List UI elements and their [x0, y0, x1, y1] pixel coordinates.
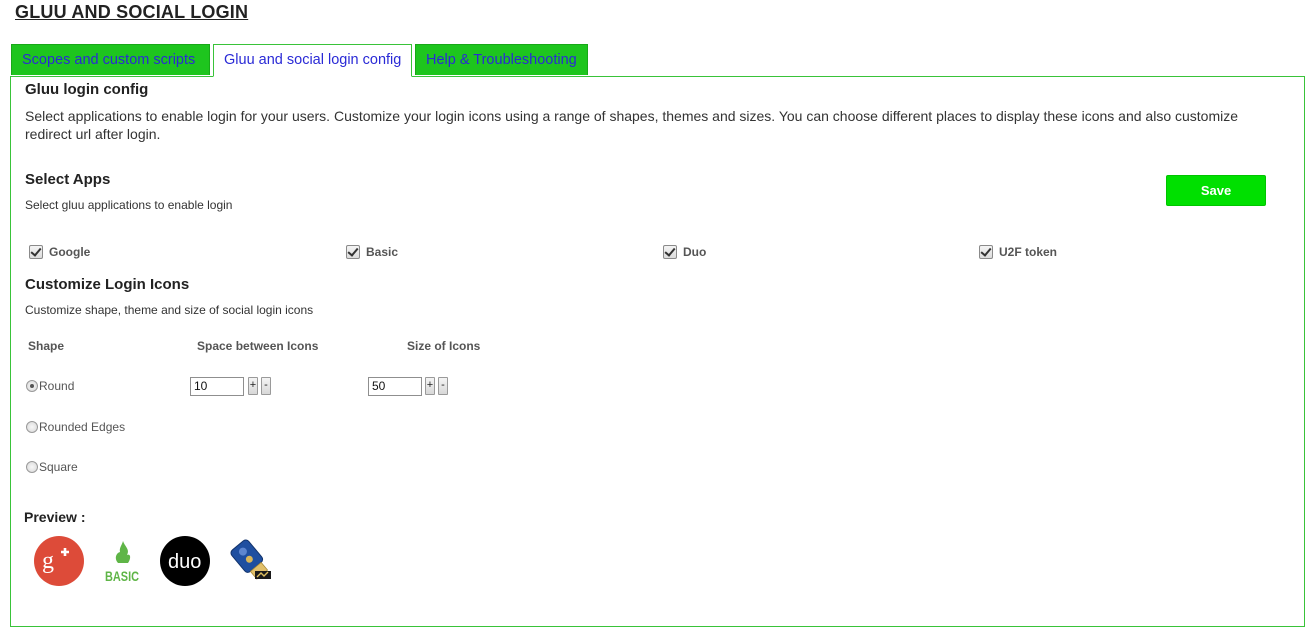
shape-square-radio[interactable]: [26, 461, 38, 473]
duo-icon-text: duo: [168, 551, 201, 573]
save-button[interactable]: Save: [1166, 175, 1266, 206]
config-description-line-1: Select applications to enable login for …: [25, 108, 1239, 124]
page-title: GLUU AND SOCIAL LOGIN: [15, 2, 249, 22]
shape-rounded-edges-radio[interactable]: [26, 421, 38, 433]
basic-icon: BASIC: [105, 541, 139, 584]
tab-gluu-and-social-login-config[interactable]: Gluu and social login config: [213, 44, 412, 77]
google-checkbox[interactable]: [29, 245, 43, 259]
duo-label: Duo: [683, 245, 707, 259]
basic-label: Basic: [366, 245, 399, 259]
shape-round-radio[interactable]: [26, 380, 38, 392]
shape-rounded-edges-option[interactable]: Rounded Edges: [26, 420, 125, 434]
app-u2f-token-option[interactable]: U2F token: [979, 245, 1057, 259]
tab-help-troubleshooting[interactable]: Help & Troubleshooting: [415, 44, 588, 75]
svg-text:g: g: [42, 548, 54, 574]
shape-square-option[interactable]: Square: [26, 460, 78, 474]
size-increase-button[interactable]: +: [425, 377, 435, 395]
google-plus-icon: g: [34, 536, 84, 586]
basic-checkbox[interactable]: [346, 245, 360, 259]
app-duo-option[interactable]: Duo: [663, 245, 706, 259]
shape-round-label: Round: [39, 379, 75, 393]
config-description: Select applications to enable login for …: [25, 107, 1285, 143]
tab-scopes-and-custom-scripts[interactable]: Scopes and custom scripts: [11, 44, 210, 75]
shape-round-option[interactable]: Round: [26, 379, 74, 393]
space-increase-button[interactable]: +: [248, 377, 258, 395]
u2f-token-icon: [230, 539, 271, 580]
shape-column-header: Shape: [28, 339, 65, 353]
space-decrease-button[interactable]: -: [261, 377, 271, 395]
config-panel: Gluu login config Select applications to…: [10, 76, 1305, 627]
size-decrease-button[interactable]: -: [438, 377, 448, 395]
config-description-line-2: redirect url after login.: [25, 126, 161, 142]
customize-login-icons-subtext: Customize shape, theme and size of socia…: [25, 303, 314, 317]
u2f-token-label: U2F token: [999, 245, 1058, 259]
shape-rounded-edges-label: Rounded Edges: [39, 420, 126, 434]
u2f-token-checkbox[interactable]: [979, 245, 993, 259]
gluu-login-config-heading: Gluu login config: [25, 81, 149, 98]
space-between-icons-input[interactable]: 10: [190, 377, 244, 396]
duo-icon: duo: [160, 536, 210, 586]
shape-square-label: Square: [39, 460, 78, 474]
size-of-icons-input[interactable]: 50: [368, 377, 422, 396]
select-apps-heading: Select Apps: [25, 171, 111, 188]
customize-login-icons-heading: Customize Login Icons: [25, 276, 190, 293]
preview-label: Preview :: [24, 509, 86, 525]
google-label: Google: [49, 245, 91, 259]
duo-checkbox[interactable]: [663, 245, 677, 259]
app-basic-option[interactable]: Basic: [346, 245, 398, 259]
select-apps-subtext: Select gluu applications to enable login: [25, 198, 233, 212]
size-of-icons-header: Size of Icons: [407, 339, 481, 353]
space-between-icons-header: Space between Icons: [197, 339, 319, 353]
app-google-option[interactable]: Google: [29, 245, 90, 259]
basic-icon-text: BASIC: [105, 568, 139, 584]
